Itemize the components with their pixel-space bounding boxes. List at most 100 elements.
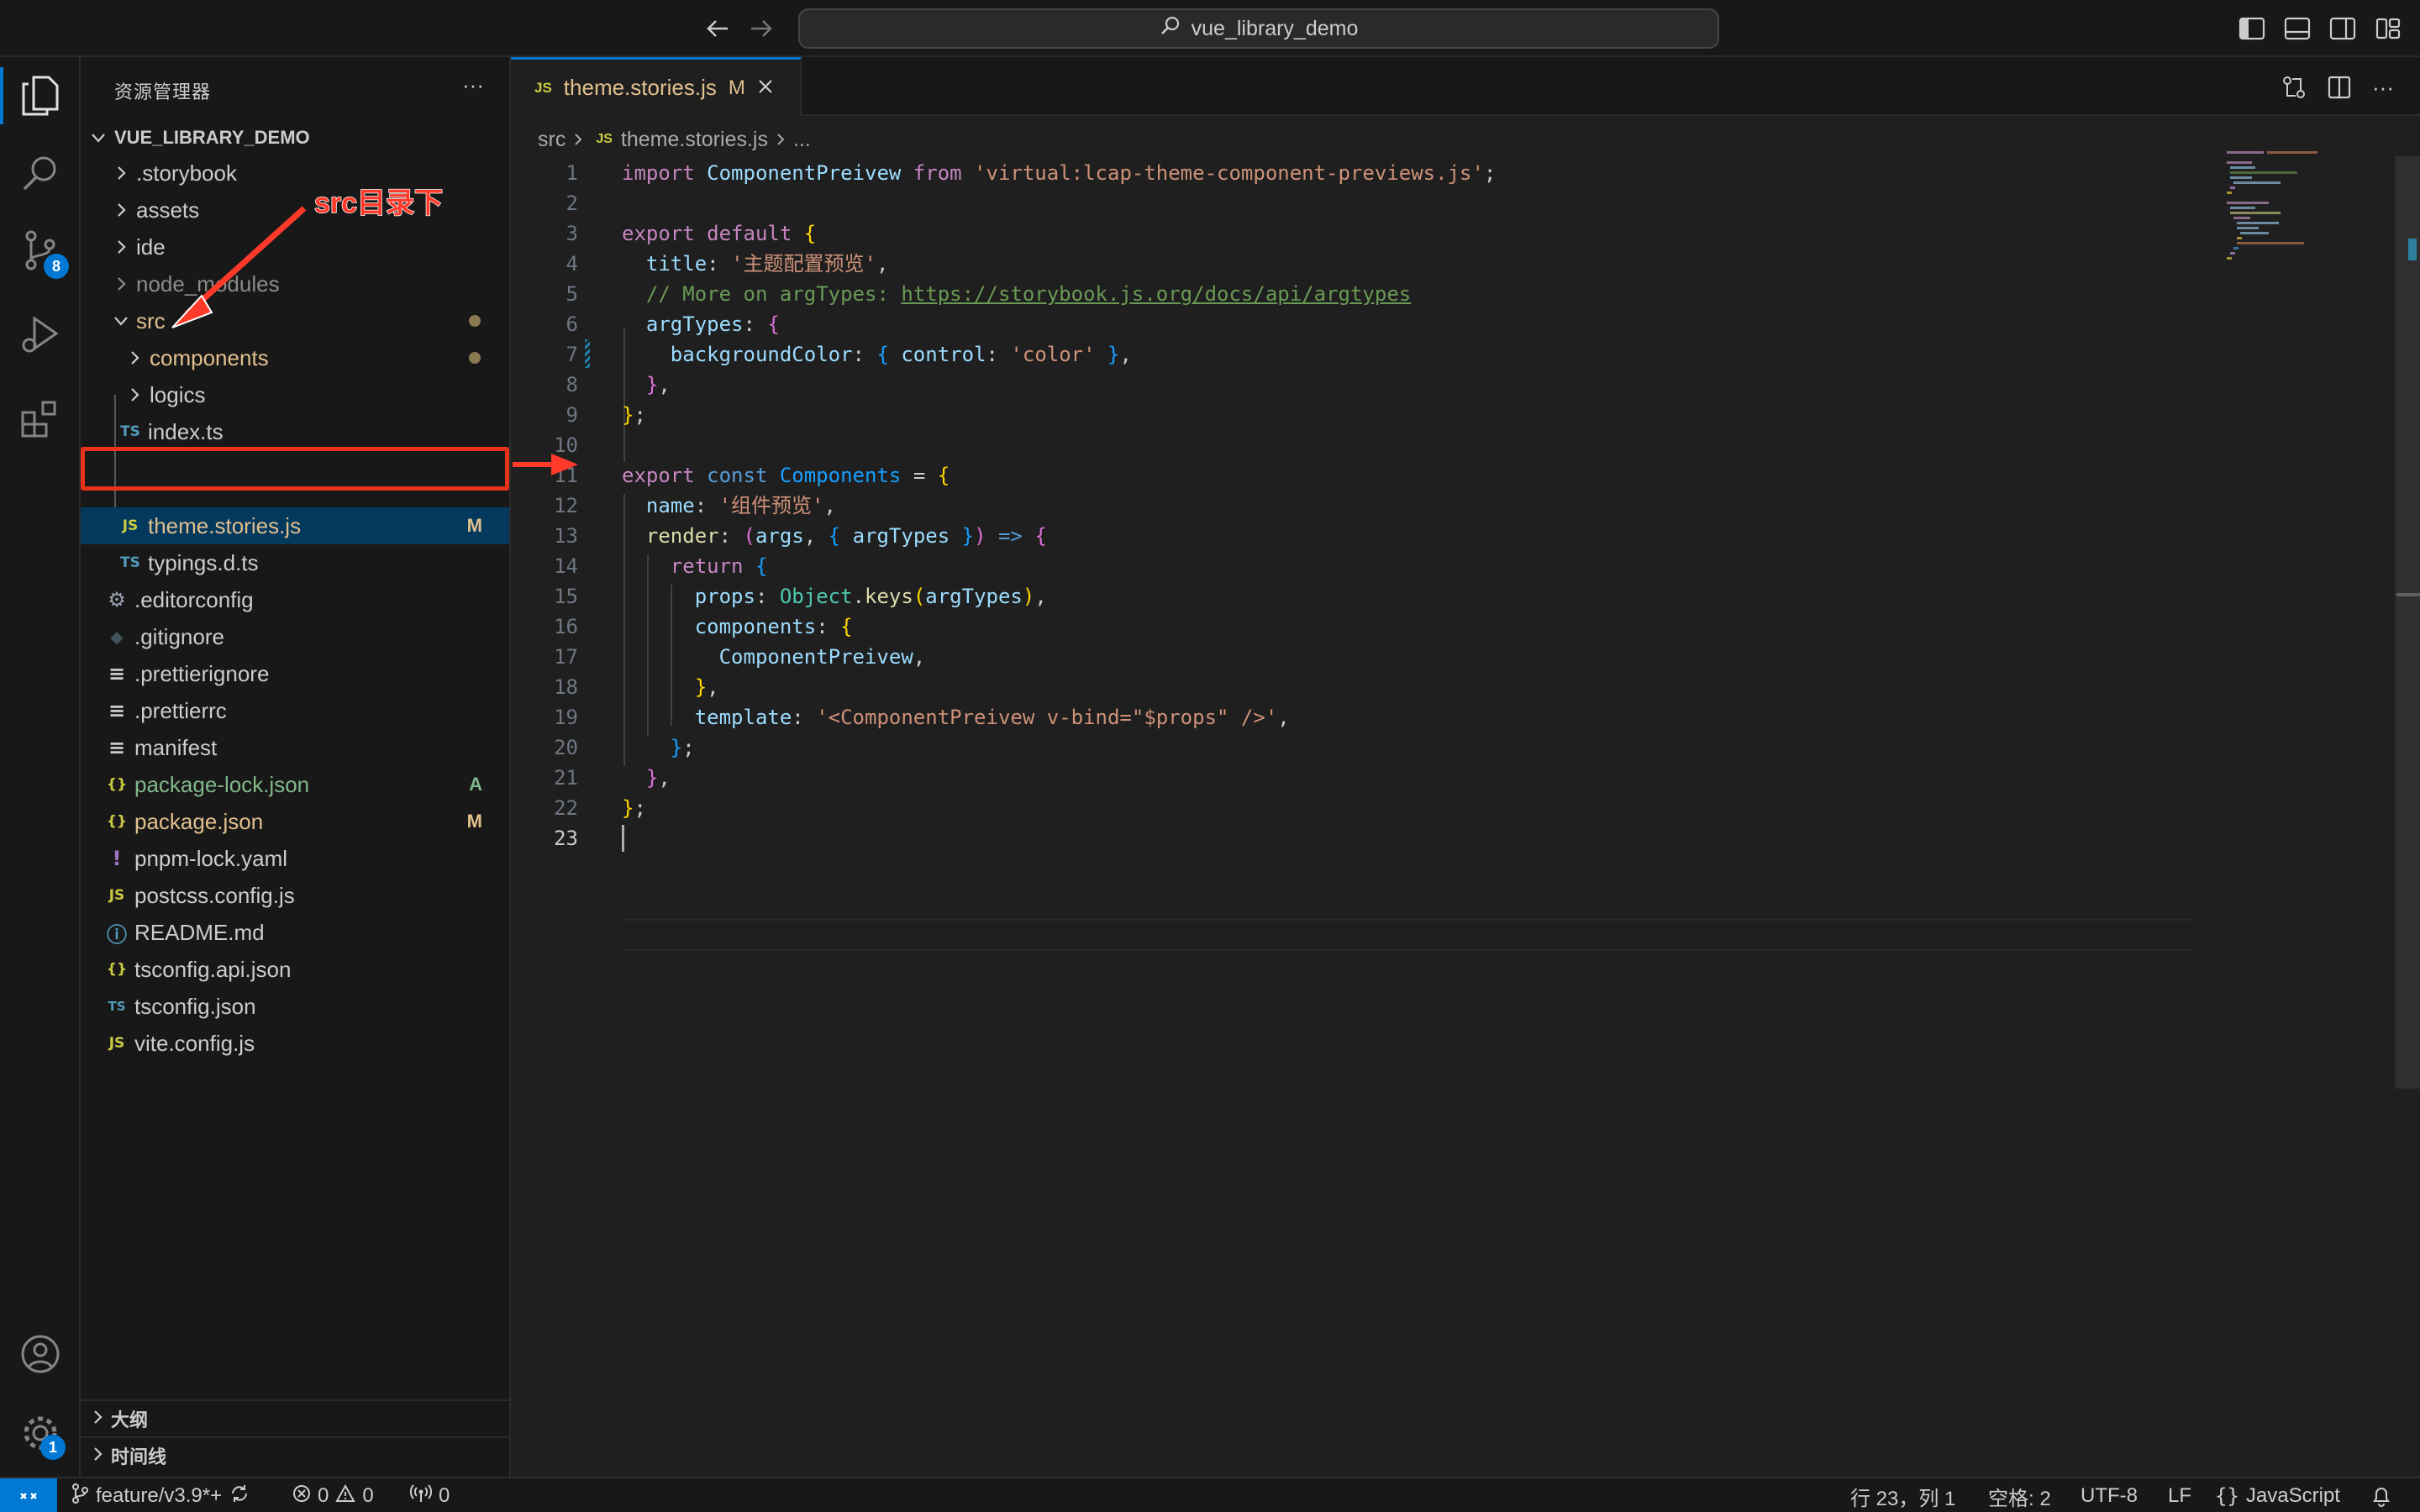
editor-more-actions-icon[interactable]: ···: [2368, 72, 2398, 102]
tree-item-label: typings.d.ts: [148, 549, 259, 575]
tree-item-pnpm-lock-yaml[interactable]: ! pnpm-lock.yaml: [81, 840, 509, 877]
manage-gear-icon[interactable]: 1: [15, 1408, 66, 1460]
language-mode[interactable]: {} JavaScript: [2215, 1478, 2340, 1512]
explorer-sidebar: 资源管理器 ··· VUE_LIBRARY_DEMO .storybook as…: [81, 57, 511, 1477]
tab-theme-stories-js[interactable]: JS theme.stories.js M: [511, 57, 802, 116]
tree-item-label: .editorconfig: [134, 586, 254, 612]
accounts-icon[interactable]: [15, 1329, 66, 1379]
code-line: 15 props: Object.keys(argTypes),: [554, 585, 1047, 608]
warning-count: 0: [362, 1484, 374, 1507]
extensions-icon[interactable]: [15, 393, 66, 444]
tree-item-label: package.json: [134, 808, 264, 834]
modified-dot: [469, 315, 481, 327]
yaml-file-icon: !: [112, 847, 122, 870]
encoding[interactable]: UTF-8: [2081, 1478, 2138, 1512]
ports-status[interactable]: 0: [410, 1478, 450, 1512]
toggle-primary-sidebar-icon[interactable]: [2238, 15, 2265, 42]
remote-indicator-icon[interactable]: [0, 1478, 57, 1512]
root-folder-header[interactable]: VUE_LIBRARY_DEMO: [91, 121, 310, 155]
customize-layout-icon[interactable]: [2375, 15, 2402, 42]
tree-item-vite-config-js[interactable]: JS vite.config.js: [81, 1025, 509, 1062]
explorer-icon[interactable]: [15, 71, 66, 121]
code-line: 17 ComponentPreivew,: [554, 645, 926, 669]
tree-item-label: theme.stories.js: [148, 512, 302, 538]
tab-label: theme.stories.js: [563, 75, 717, 100]
problems-status[interactable]: 0 0: [292, 1478, 374, 1512]
minimap[interactable]: [2218, 148, 2344, 299]
tree-item-components[interactable]: components: [81, 339, 509, 376]
editor-tab-bar: JS theme.stories.js M ···: [511, 57, 2420, 116]
code-line: 3 export default {: [566, 222, 817, 245]
git-status-modified: M: [466, 811, 482, 832]
settings-badge: 1: [40, 1435, 66, 1460]
tree-item-logics[interactable]: logics: [81, 376, 509, 413]
tree-item-ide[interactable]: ide: [81, 228, 509, 265]
tree-item-readme-md[interactable]: ⓘ README.md: [81, 914, 509, 951]
run-debug-icon[interactable]: [15, 309, 66, 360]
tree-item-tsconfig-json[interactable]: TS tsconfig.json: [81, 988, 509, 1025]
open-changes-icon[interactable]: [2279, 72, 2309, 102]
tree-item-typings-d-ts[interactable]: TS typings.d.ts: [81, 544, 509, 581]
search-view-icon[interactable]: [15, 148, 66, 198]
chevron-right-icon: [111, 239, 131, 255]
json-file-icon: {}: [106, 961, 128, 978]
chevron-right-icon: [92, 1445, 103, 1467]
tree-item-package-json[interactable]: {} package.json M: [81, 803, 509, 840]
tree-item-postcss-config-js[interactable]: JS postcss.config.js: [81, 877, 509, 914]
javascript-file-icon: JS: [108, 1035, 125, 1052]
code-line: 12 name: '组件预览',: [554, 494, 836, 517]
cursor-position[interactable]: 行 23，列 1: [1850, 1478, 1955, 1512]
tree-item-gitignore[interactable]: ◆ .gitignore: [81, 618, 509, 655]
outline-label: 大纲: [111, 1410, 149, 1431]
explorer-more-actions-icon[interactable]: ···: [462, 72, 484, 98]
tree-item-theme-stories-js[interactable]: JS theme.stories.js M: [81, 507, 509, 544]
git-status-added: A: [469, 774, 482, 795]
breadcrumb-folder[interactable]: src: [538, 128, 566, 152]
json-file-icon: {}: [106, 813, 128, 830]
tree-item-package-lock-json[interactable]: {} package-lock.json A: [81, 766, 509, 803]
tree-item-src[interactable]: src: [81, 302, 509, 339]
command-center-search[interactable]: vue_library_demo: [798, 8, 1719, 49]
tree-item-assets[interactable]: assets: [81, 192, 509, 228]
branch-status[interactable]: feature/v3.9*+: [71, 1478, 250, 1512]
forward-arrow-icon[interactable]: [744, 12, 778, 45]
scrollbar[interactable]: [2396, 156, 2420, 1089]
chevron-right-icon: [776, 128, 785, 152]
code-line: 14 return {: [554, 554, 768, 578]
modified-dot: [469, 352, 481, 364]
breadcrumb-more[interactable]: ...: [793, 128, 811, 152]
text-file-icon: ≡: [108, 699, 126, 722]
typescript-file-icon: TS: [120, 423, 140, 440]
breadcrumb-file[interactable]: theme.stories.js: [621, 128, 768, 152]
text-file-icon: ≡: [108, 736, 126, 759]
toggle-secondary-sidebar-icon[interactable]: [2329, 15, 2356, 42]
back-arrow-icon[interactable]: [701, 12, 734, 45]
close-icon[interactable]: [757, 75, 774, 101]
tree-item-index-ts[interactable]: TS index.ts: [81, 413, 509, 450]
tree-item-prettierignore[interactable]: ≡ .prettierignore: [81, 655, 509, 692]
tree-item-prettierrc[interactable]: ≡ .prettierrc: [81, 692, 509, 729]
tree-item-node-modules[interactable]: node_modules: [81, 265, 509, 302]
tree-item-storybook[interactable]: .storybook: [81, 155, 509, 192]
tree-item-tsconfig-api-json[interactable]: {} tsconfig.api.json: [81, 951, 509, 988]
tree-item-manifest[interactable]: ≡ manifest: [81, 729, 509, 766]
notifications-bell-icon[interactable]: [2371, 1478, 2391, 1512]
braces-icon: {}: [2215, 1484, 2239, 1508]
code-line: 10: [554, 433, 578, 457]
code-line: 2: [566, 192, 578, 215]
search-icon: [1160, 15, 1181, 43]
toggle-panel-icon[interactable]: [2284, 15, 2311, 42]
timeline-section-header[interactable]: 时间线: [81, 1436, 509, 1473]
code-line: 21 },: [554, 766, 671, 790]
tree-item-label: manifest: [134, 734, 218, 760]
split-editor-icon[interactable]: [2324, 72, 2354, 102]
indentation[interactable]: 空格: 2: [1988, 1478, 2051, 1512]
outline-section-header[interactable]: 大纲: [81, 1399, 509, 1436]
tree-item-label: vite.config.js: [134, 1030, 255, 1056]
text-file-icon: ≡: [108, 662, 126, 685]
source-control-icon[interactable]: 8: [15, 225, 69, 279]
tree-item-editorconfig[interactable]: ⚙ .editorconfig: [81, 581, 509, 618]
editor-area: JS theme.stories.js M ··· src JS theme.s…: [511, 57, 2420, 1477]
sync-icon[interactable]: [229, 1483, 250, 1510]
end-of-line[interactable]: LF: [2168, 1478, 2191, 1512]
